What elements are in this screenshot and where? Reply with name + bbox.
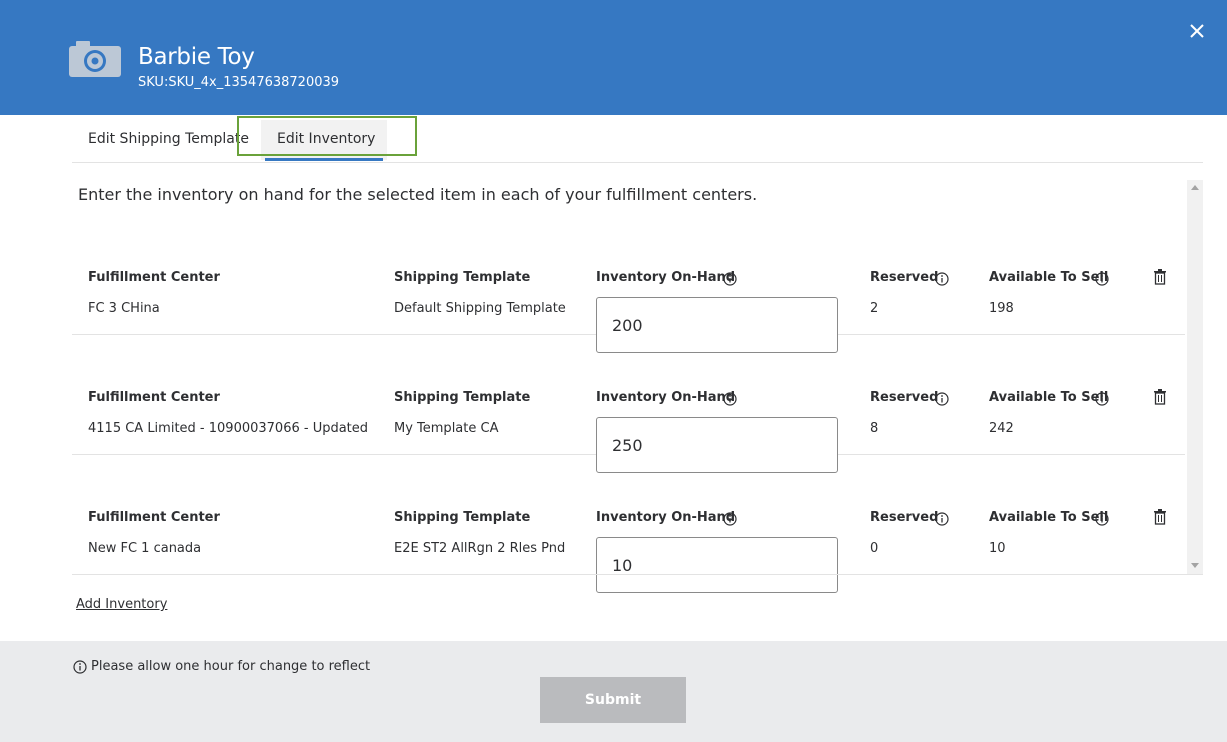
reserved-value: 8 [870, 421, 879, 436]
active-tab-indicator [265, 158, 383, 161]
fulfillment-center-label: Fulfillment Center [88, 510, 220, 525]
scrollbar[interactable] [1187, 180, 1203, 574]
close-icon[interactable] [1186, 20, 1208, 42]
item-title: Barbie Toy [138, 44, 255, 70]
info-icon[interactable] [935, 512, 949, 526]
info-icon[interactable] [1095, 512, 1109, 526]
reserved-value: 2 [870, 301, 879, 316]
tab-divider [72, 162, 1203, 163]
inventory-row: Fulfillment Center Shipping Template Inv… [72, 455, 1185, 593]
reserved-label: Reserved [870, 270, 939, 285]
info-icon[interactable] [1095, 392, 1109, 406]
scroll-down-arrow-icon[interactable] [1190, 562, 1200, 570]
intro-text: Enter the inventory on hand for the sele… [78, 185, 758, 204]
available-to-sell-label: Available To Sell [989, 270, 1109, 285]
reserved-value: 0 [870, 541, 879, 556]
shipping-template-label: Shipping Template [394, 270, 531, 285]
info-icon [73, 660, 87, 674]
info-icon[interactable] [723, 392, 737, 406]
trash-icon[interactable] [1153, 269, 1167, 285]
modal-header: Barbie Toy SKU:SKU_4x_13547638720039 [0, 0, 1227, 115]
available-to-sell-value: 10 [989, 541, 1006, 556]
available-to-sell-value: 242 [989, 421, 1014, 436]
trash-icon[interactable] [1153, 389, 1167, 405]
available-to-sell-value: 198 [989, 301, 1014, 316]
fulfillment-center-value: 4115 CA Limited - 10900037066 - Updated [88, 421, 369, 436]
tab-highlight-outline [237, 116, 417, 156]
add-inventory-link[interactable]: Add Inventory [76, 597, 167, 612]
inventory-on-hand-label: Inventory On-Hand [596, 510, 736, 525]
shipping-template-label: Shipping Template [394, 510, 531, 525]
shipping-template-value: E2E ST2 AllRgn 2 Rles Pnd [394, 541, 566, 556]
inventory-on-hand-input[interactable] [596, 537, 838, 593]
scroll-up-arrow-icon[interactable] [1190, 183, 1200, 191]
shipping-template-value: My Template CA [394, 421, 499, 436]
fulfillment-center-label: Fulfillment Center [88, 270, 220, 285]
reserved-label: Reserved [870, 390, 939, 405]
footer-note: Please allow one hour for change to refl… [91, 659, 371, 674]
trash-icon[interactable] [1153, 509, 1167, 525]
shipping-template-value: Default Shipping Template [394, 301, 566, 316]
available-to-sell-label: Available To Sell [989, 510, 1109, 525]
info-icon[interactable] [723, 272, 737, 286]
list-bottom-divider [72, 574, 1203, 575]
inventory-row: Fulfillment Center Shipping Template Inv… [72, 215, 1185, 353]
info-icon[interactable] [1095, 272, 1109, 286]
item-sku: SKU:SKU_4x_13547638720039 [138, 75, 340, 90]
inventory-on-hand-label: Inventory On-Hand [596, 390, 736, 405]
tab-edit-shipping-template[interactable]: Edit Shipping Template [88, 131, 249, 147]
shipping-template-label: Shipping Template [394, 390, 531, 405]
reserved-label: Reserved [870, 510, 939, 525]
fulfillment-center-label: Fulfillment Center [88, 390, 220, 405]
available-to-sell-label: Available To Sell [989, 390, 1109, 405]
camera-icon [69, 41, 121, 77]
info-icon[interactable] [935, 392, 949, 406]
fulfillment-center-value: New FC 1 canada [88, 541, 202, 556]
fulfillment-center-value: FC 3 CHina [88, 301, 160, 316]
info-icon[interactable] [723, 512, 737, 526]
info-icon[interactable] [935, 272, 949, 286]
inventory-on-hand-label: Inventory On-Hand [596, 270, 736, 285]
inventory-row: Fulfillment Center Shipping Template Inv… [72, 335, 1185, 473]
submit-button[interactable]: Submit [540, 677, 686, 723]
